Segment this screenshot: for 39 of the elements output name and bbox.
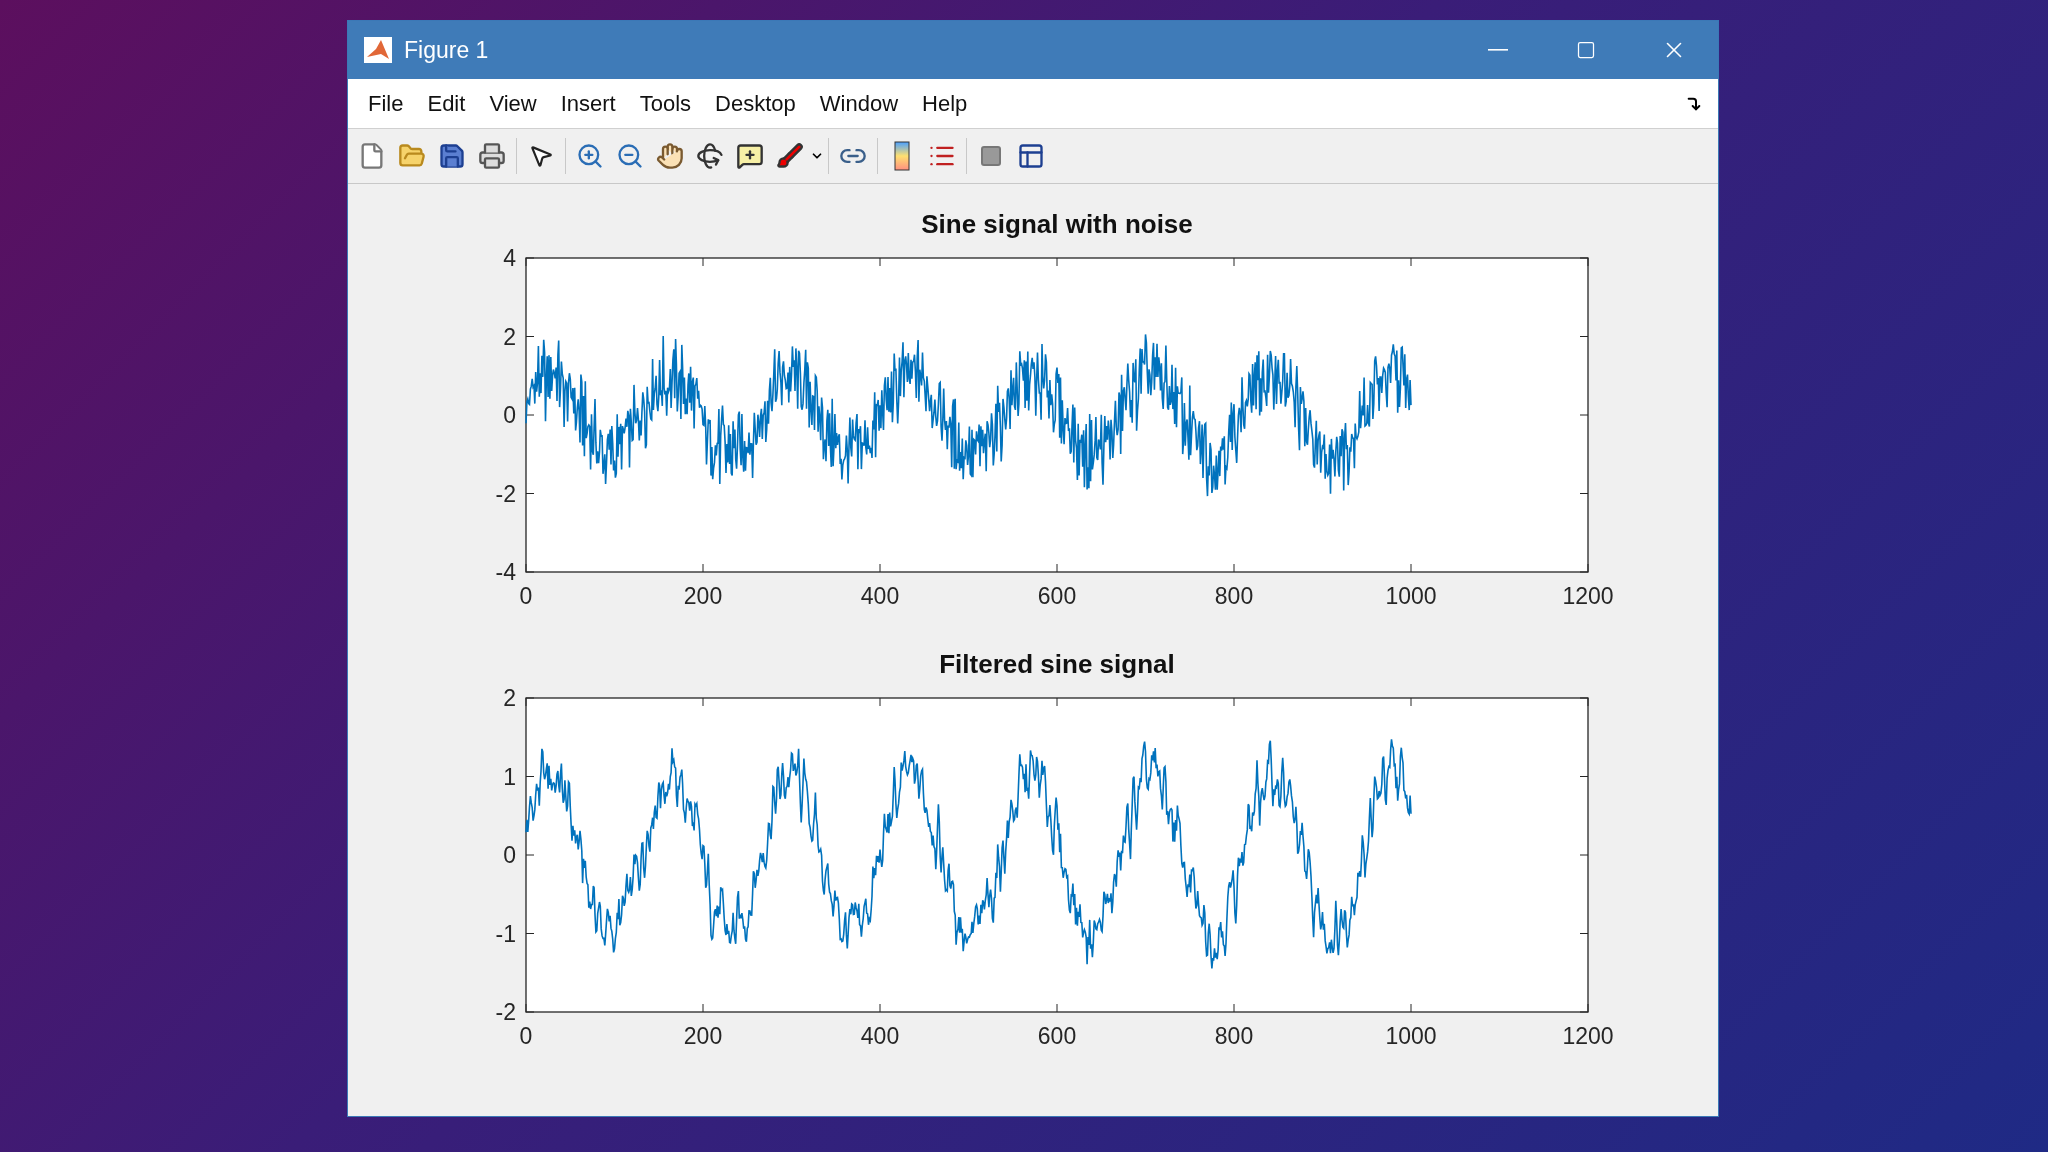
x-tick-label: 0	[519, 583, 533, 609]
menu-item[interactable]: Tools	[627, 87, 704, 120]
y-tick-label: 1	[503, 763, 516, 790]
x-tick-label: 400	[860, 583, 900, 609]
x-tick-label: 200	[683, 583, 723, 609]
minimize-icon	[1488, 49, 1508, 51]
x-tick-label: 800	[1214, 583, 1254, 609]
y-tick-label: -2	[495, 999, 516, 1025]
menu-item[interactable]: View	[477, 87, 549, 120]
y-tick-label: 4	[503, 245, 516, 271]
y-tick-label: -1	[495, 920, 516, 947]
menu-item[interactable]: Insert	[548, 87, 628, 120]
menu-item[interactable]: Window	[807, 87, 911, 120]
y-tick-label: 0	[503, 402, 516, 428]
y-tick-label: 0	[503, 842, 516, 868]
y-tick-label: -2	[495, 480, 516, 507]
x-tick-label: 400	[860, 1023, 900, 1049]
y-tick-label: 2	[503, 323, 516, 350]
x-tick-label: 600	[1037, 1023, 1077, 1049]
y-tick-label: -4	[495, 559, 516, 585]
menu-item[interactable]: File	[356, 87, 416, 120]
app-logo-icon	[364, 37, 392, 63]
x-tick-label: 800	[1214, 1023, 1254, 1049]
maximize-icon	[1576, 40, 1596, 60]
x-tick-label: 1000	[1385, 1023, 1437, 1049]
x-tick-label: 1000	[1385, 583, 1437, 609]
x-tick-label: 1200	[1562, 583, 1614, 609]
y-tick-label: 2	[503, 685, 516, 711]
menu-item[interactable]: Help	[910, 87, 980, 120]
x-tick-label: 1200	[1562, 1023, 1614, 1049]
menu-item[interactable]: Desktop	[703, 87, 808, 120]
plot-title: Sine signal with noise	[921, 209, 1193, 239]
x-tick-label: 600	[1037, 583, 1077, 609]
menu-item[interactable]: Edit	[415, 87, 478, 120]
plot-title: Filtered sine signal	[939, 649, 1175, 679]
x-tick-label: 200	[683, 1023, 723, 1049]
toolbar-dock-icon[interactable]	[1686, 95, 1702, 112]
window-title: Figure 1	[404, 35, 489, 65]
x-tick-label: 0	[519, 1023, 533, 1049]
